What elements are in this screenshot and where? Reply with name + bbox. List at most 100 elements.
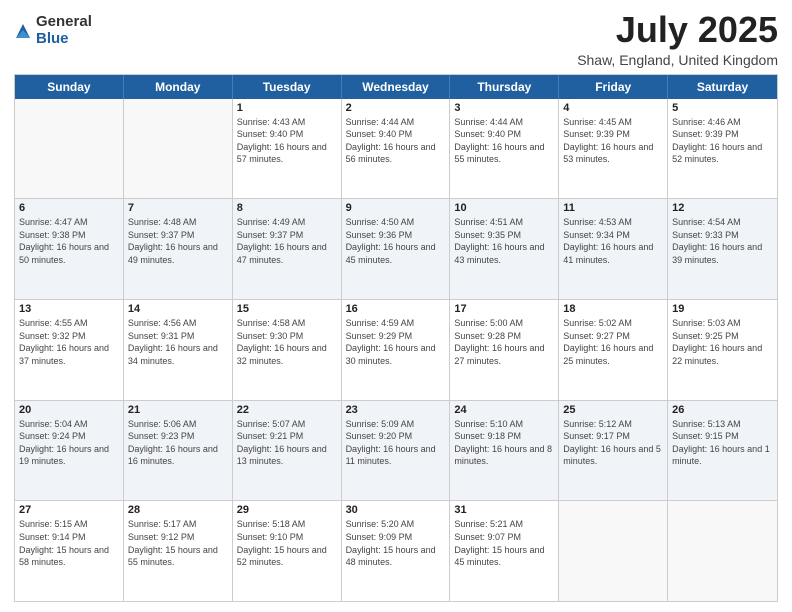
- day-cell-20: 20 Sunrise: 5:04 AM Sunset: 9:24 PM Dayli…: [15, 401, 124, 501]
- day-info: Sunrise: 4:58 AM Sunset: 9:30 PM Dayligh…: [237, 317, 337, 367]
- calendar: SundayMondayTuesdayWednesdayThursdayFrid…: [14, 74, 778, 602]
- day-cell-23: 23Sunrise: 5:09 AM Sunset: 9:20 PM Dayli…: [342, 401, 451, 501]
- day-cell-3: 3 Sunrise: 4:44 AM Sunset: 9:40 PM Daylig…: [450, 99, 559, 199]
- day-number: 25: [563, 404, 663, 416]
- day-info: Sunrise: 5:00 AM Sunset: 9:28 PM Dayligh…: [454, 317, 554, 367]
- day-cell-7: 7 Sunrise: 4:48 AM Sunset: 9:37 PM Daylig…: [124, 199, 233, 299]
- day-cell-10: 10 Sunrise: 4:51 AM Sunset: 9:35 PM Dayli…: [450, 199, 559, 299]
- day-cell-16: 16 Sunrise: 4:59 AM Sunset: 9:29 PM Dayli…: [342, 300, 451, 400]
- day-cell-9: 9 Sunrise: 4:50 AM Sunset: 9:36 PM Daylig…: [342, 199, 451, 299]
- day-number: 21: [128, 404, 228, 416]
- calendar-body: 1 Sunrise: 4:43 AM Sunset: 9:40 PM Daylig…: [15, 99, 777, 601]
- day-cell-1: 1 Sunrise: 4:43 AM Sunset: 9:40 PM Daylig…: [233, 99, 342, 199]
- day-info: Sunrise: 5:04 AM Sunset: 9:24 PM Dayligh…: [19, 418, 119, 468]
- day-number: 8: [237, 202, 337, 214]
- day-cell-19: 19 Sunrise: 5:03 AM Sunset: 9:25 PM Dayli…: [668, 300, 777, 400]
- day-cell-24: 24 Sunrise: 5:10 AM Sunset: 9:18 PM Dayli…: [450, 401, 559, 501]
- day-cell-15: 15 Sunrise: 4:58 AM Sunset: 9:30 PM Dayli…: [233, 300, 342, 400]
- day-cell-6: 6Sunrise: 4:47 AM Sunset: 9:38 PM Daylig…: [15, 199, 124, 299]
- title-block: July 2025 Shaw, England, United Kingdom: [577, 10, 778, 68]
- calendar-row: 1 Sunrise: 4:43 AM Sunset: 9:40 PM Daylig…: [15, 99, 777, 199]
- day-number: 4: [563, 102, 663, 114]
- day-info: Sunrise: 5:03 AM Sunset: 9:25 PM Dayligh…: [672, 317, 773, 367]
- day-number: 31: [454, 504, 554, 516]
- day-info: Sunrise: 5:12 AM Sunset: 9:17 PM Dayligh…: [563, 418, 663, 468]
- day-info: Sunrise: 4:51 AM Sunset: 9:35 PM Dayligh…: [454, 216, 554, 266]
- day-cell-4: 4 Sunrise: 4:45 AM Sunset: 9:39 PM Daylig…: [559, 99, 668, 199]
- day-number: 7: [128, 202, 228, 214]
- day-info: Sunrise: 4:54 AM Sunset: 9:33 PM Dayligh…: [672, 216, 773, 266]
- day-info: Sunrise: 5:20 AM Sunset: 9:09 PM Dayligh…: [346, 518, 446, 568]
- header-cell-saturday: Saturday: [668, 75, 777, 99]
- day-number: 26: [672, 404, 773, 416]
- day-cell-22: 22Sunrise: 5:07 AM Sunset: 9:21 PM Dayli…: [233, 401, 342, 501]
- day-info: Sunrise: 4:44 AM Sunset: 9:40 PM Dayligh…: [346, 116, 446, 166]
- day-number: 18: [563, 303, 663, 315]
- day-cell-12: 12 Sunrise: 4:54 AM Sunset: 9:33 PM Dayli…: [668, 199, 777, 299]
- empty-cell: [15, 99, 124, 199]
- day-info: Sunrise: 4:47 AM Sunset: 9:38 PM Dayligh…: [19, 216, 119, 266]
- day-info: Sunrise: 4:49 AM Sunset: 9:37 PM Dayligh…: [237, 216, 337, 266]
- empty-cell: [124, 99, 233, 199]
- header-cell-tuesday: Tuesday: [233, 75, 342, 99]
- day-cell-5: 5 Sunrise: 4:46 AM Sunset: 9:39 PM Daylig…: [668, 99, 777, 199]
- empty-cell: [668, 501, 777, 601]
- day-cell-28: 28Sunrise: 5:17 AM Sunset: 9:12 PM Dayli…: [124, 501, 233, 601]
- day-number: 29: [237, 504, 337, 516]
- calendar-row: 13 Sunrise: 4:55 AM Sunset: 9:32 PM Dayli…: [15, 299, 777, 400]
- day-number: 30: [346, 504, 446, 516]
- day-cell-31: 31 Sunrise: 5:21 AM Sunset: 9:07 PM Dayli…: [450, 501, 559, 601]
- day-cell-21: 21 Sunrise: 5:06 AM Sunset: 9:23 PM Dayli…: [124, 401, 233, 501]
- day-number: 2: [346, 102, 446, 114]
- day-info: Sunrise: 4:44 AM Sunset: 9:40 PM Dayligh…: [454, 116, 554, 166]
- day-cell-18: 18 Sunrise: 5:02 AM Sunset: 9:27 PM Dayli…: [559, 300, 668, 400]
- day-info: Sunrise: 5:02 AM Sunset: 9:27 PM Dayligh…: [563, 317, 663, 367]
- day-number: 5: [672, 102, 773, 114]
- header-cell-friday: Friday: [559, 75, 668, 99]
- day-number: 16: [346, 303, 446, 315]
- day-info: Sunrise: 4:45 AM Sunset: 9:39 PM Dayligh…: [563, 116, 663, 166]
- day-number: 10: [454, 202, 554, 214]
- day-number: 1: [237, 102, 337, 114]
- day-cell-8: 8 Sunrise: 4:49 AM Sunset: 9:37 PM Daylig…: [233, 199, 342, 299]
- logo-general-text: General: [36, 14, 92, 31]
- day-info: Sunrise: 4:53 AM Sunset: 9:34 PM Dayligh…: [563, 216, 663, 266]
- empty-cell: [559, 501, 668, 601]
- day-number: 27: [19, 504, 119, 516]
- day-info: Sunrise: 5:18 AM Sunset: 9:10 PM Dayligh…: [237, 518, 337, 568]
- day-info: Sunrise: 4:50 AM Sunset: 9:36 PM Dayligh…: [346, 216, 446, 266]
- day-number: 15: [237, 303, 337, 315]
- day-cell-11: 11Sunrise: 4:53 AM Sunset: 9:34 PM Dayli…: [559, 199, 668, 299]
- day-number: 28: [128, 504, 228, 516]
- header-cell-sunday: Sunday: [15, 75, 124, 99]
- day-number: 24: [454, 404, 554, 416]
- day-number: 3: [454, 102, 554, 114]
- day-number: 13: [19, 303, 119, 315]
- day-number: 12: [672, 202, 773, 214]
- day-number: 9: [346, 202, 446, 214]
- day-info: Sunrise: 5:09 AM Sunset: 9:20 PM Dayligh…: [346, 418, 446, 468]
- day-info: Sunrise: 4:48 AM Sunset: 9:37 PM Dayligh…: [128, 216, 228, 266]
- logo: General Blue: [14, 14, 92, 47]
- header-cell-thursday: Thursday: [450, 75, 559, 99]
- day-info: Sunrise: 5:07 AM Sunset: 9:21 PM Dayligh…: [237, 418, 337, 468]
- day-number: 20: [19, 404, 119, 416]
- day-cell-26: 26Sunrise: 5:13 AM Sunset: 9:15 PM Dayli…: [668, 401, 777, 501]
- day-info: Sunrise: 4:46 AM Sunset: 9:39 PM Dayligh…: [672, 116, 773, 166]
- page: General Blue July 2025 Shaw, England, Un…: [0, 0, 792, 612]
- day-number: 17: [454, 303, 554, 315]
- header-cell-wednesday: Wednesday: [342, 75, 451, 99]
- day-cell-30: 30 Sunrise: 5:20 AM Sunset: 9:09 PM Dayli…: [342, 501, 451, 601]
- day-info: Sunrise: 5:10 AM Sunset: 9:18 PM Dayligh…: [454, 418, 554, 468]
- day-info: Sunrise: 4:43 AM Sunset: 9:40 PM Dayligh…: [237, 116, 337, 166]
- day-number: 19: [672, 303, 773, 315]
- day-info: Sunrise: 4:59 AM Sunset: 9:29 PM Dayligh…: [346, 317, 446, 367]
- day-cell-25: 25 Sunrise: 5:12 AM Sunset: 9:17 PM Dayli…: [559, 401, 668, 501]
- day-info: Sunrise: 5:21 AM Sunset: 9:07 PM Dayligh…: [454, 518, 554, 568]
- calendar-row: 6Sunrise: 4:47 AM Sunset: 9:38 PM Daylig…: [15, 198, 777, 299]
- day-info: Sunrise: 4:55 AM Sunset: 9:32 PM Dayligh…: [19, 317, 119, 367]
- day-cell-2: 2 Sunrise: 4:44 AM Sunset: 9:40 PM Daylig…: [342, 99, 451, 199]
- day-cell-17: 17 Sunrise: 5:00 AM Sunset: 9:28 PM Dayli…: [450, 300, 559, 400]
- day-info: Sunrise: 5:06 AM Sunset: 9:23 PM Dayligh…: [128, 418, 228, 468]
- header-cell-monday: Monday: [124, 75, 233, 99]
